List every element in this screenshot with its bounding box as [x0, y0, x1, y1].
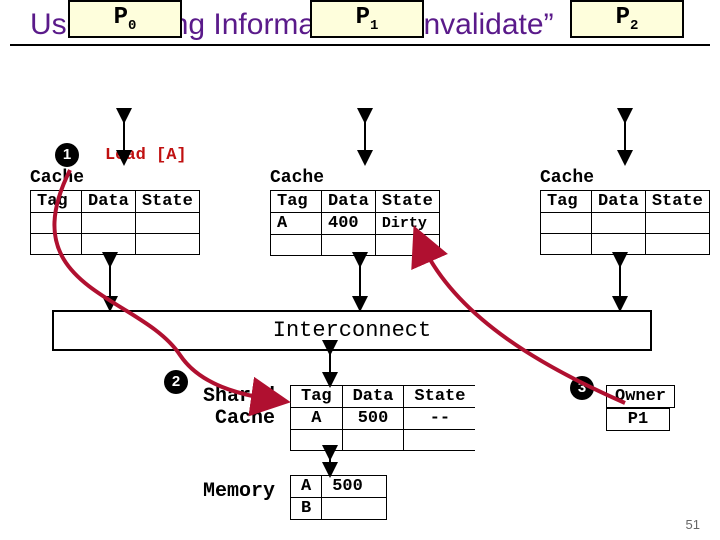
sh-td-data: 500	[342, 408, 404, 430]
sh-td-state: --	[404, 408, 476, 430]
processor-p1: P1	[310, 0, 424, 38]
shared-cache-label-line2: Cache	[190, 407, 275, 430]
p1-td-data: 400	[322, 213, 376, 235]
mem-r1-data	[322, 498, 387, 520]
cache-table-p0: Tag Data State	[30, 190, 200, 255]
mem-r0-tag: A	[291, 476, 322, 498]
step-3-badge: 3	[570, 376, 594, 400]
p0-th-tag: Tag	[31, 191, 82, 213]
proc-p2-label: P	[616, 4, 630, 31]
p2-th-state: State	[645, 191, 709, 213]
processor-p0: P0	[68, 0, 182, 38]
p1-th-data: Data	[322, 191, 376, 213]
sh-th-owner: Owner	[606, 385, 675, 408]
sh-th-data: Data	[342, 386, 404, 408]
proc-p1-sub: 1	[370, 18, 378, 34]
cache-table-p1: Tag Data State A 400 Dirty	[270, 190, 440, 256]
p0-th-data: Data	[82, 191, 136, 213]
memory-label: Memory	[180, 480, 275, 503]
p1-th-state: State	[375, 191, 439, 213]
slide-number: 51	[686, 517, 700, 532]
proc-p0-label: P	[114, 4, 128, 31]
p2-th-data: Data	[592, 191, 646, 213]
cache-label-p1: Cache	[270, 168, 324, 188]
interconnect-bar: Interconnect	[52, 310, 652, 351]
step-2-badge: 2	[164, 370, 188, 394]
sh-th-state: State	[404, 386, 476, 408]
p1-th-tag: Tag	[271, 191, 322, 213]
sh-td-owner: P1	[606, 408, 670, 431]
cache-table-p2: Tag Data State	[540, 190, 710, 255]
sh-td-tag: A	[291, 408, 343, 430]
cache-label-p2: Cache	[540, 168, 594, 188]
mem-r0-data: 500	[322, 476, 387, 498]
cache-label-p0: Cache	[30, 168, 84, 188]
processor-p2: P2	[570, 0, 684, 38]
p0-th-state: State	[135, 191, 199, 213]
shared-cache-label-line1: Shared	[190, 385, 275, 408]
proc-p2-sub: 2	[630, 18, 638, 34]
p1-td-tag: A	[271, 213, 322, 235]
shared-cache-table: Tag Data State A 500 --	[290, 385, 475, 451]
p2-th-tag: Tag	[541, 191, 592, 213]
sh-th-tag: Tag	[291, 386, 343, 408]
memory-table: A 500 B	[290, 475, 387, 520]
proc-p1-label: P	[356, 4, 370, 31]
arrows-overlay	[0, 0, 720, 540]
p1-td-state: Dirty	[375, 213, 439, 235]
proc-p0-sub: 0	[128, 18, 136, 34]
step-1-badge: 1	[55, 143, 79, 167]
mem-r1-tag: B	[291, 498, 322, 520]
op-load-a: Load [A]	[105, 146, 187, 165]
